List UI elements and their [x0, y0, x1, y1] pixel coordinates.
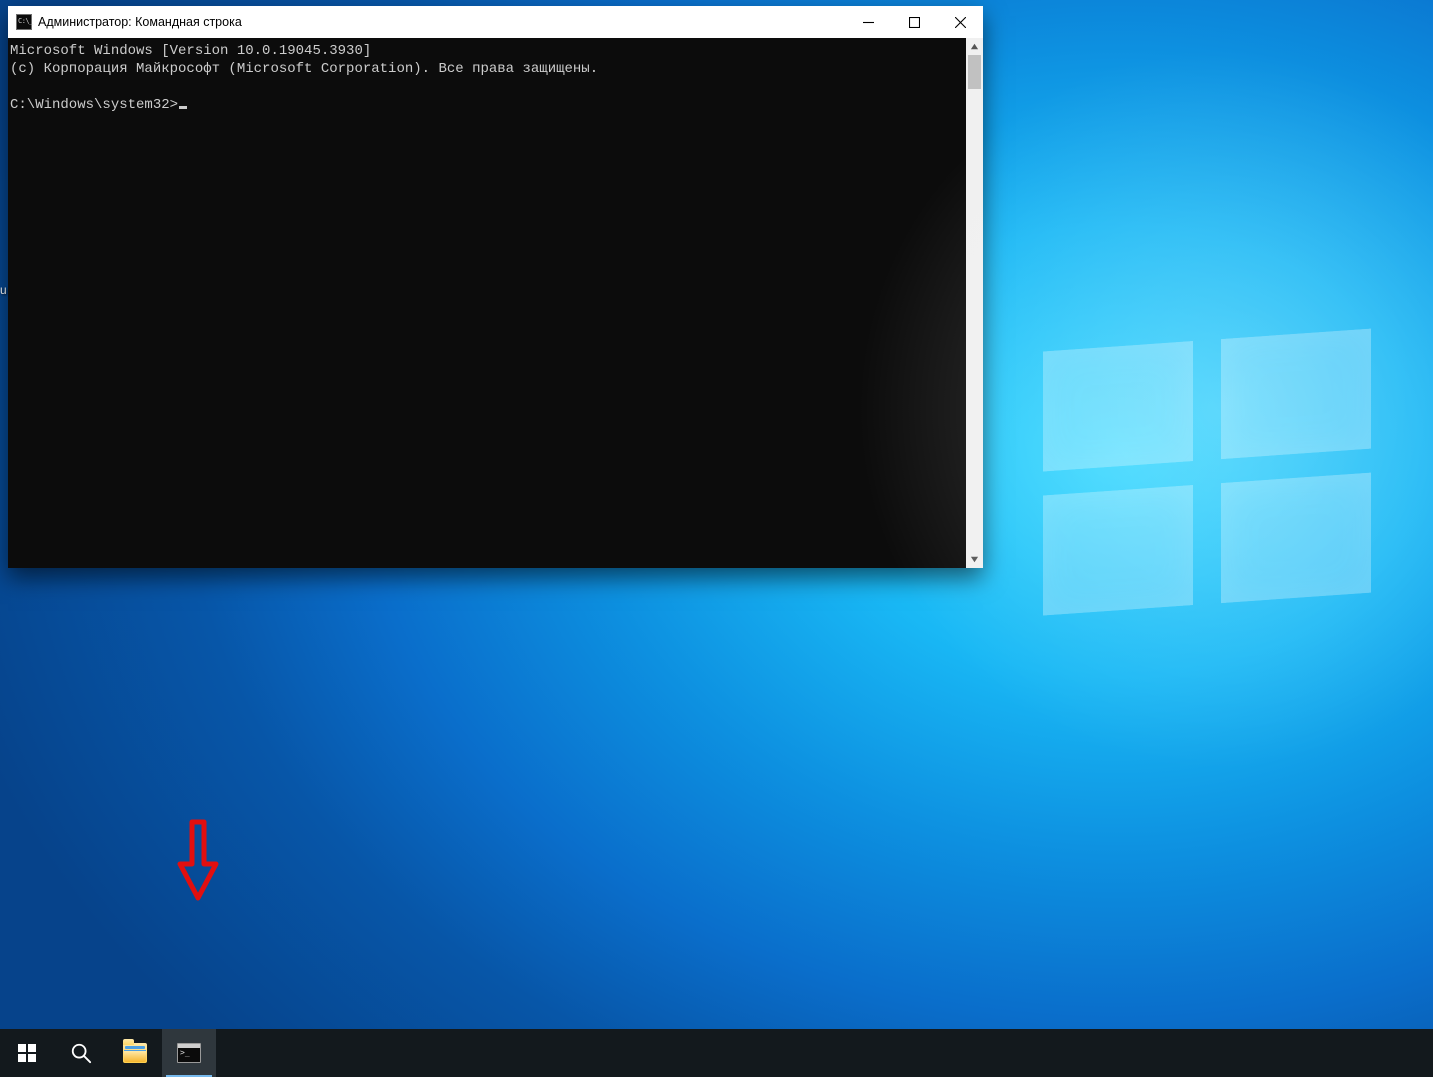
- console-output-area[interactable]: Microsoft Windows [Version 10.0.19045.39…: [8, 38, 983, 568]
- console-blank-line: [10, 78, 981, 96]
- console-line: (c) Корпорация Майкрософт (Microsoft Cor…: [10, 60, 981, 78]
- scrollbar-track[interactable]: [966, 55, 983, 551]
- file-explorer-button[interactable]: [108, 1029, 162, 1077]
- search-button[interactable]: [54, 1029, 108, 1077]
- close-button[interactable]: [937, 6, 983, 38]
- start-button[interactable]: [0, 1029, 54, 1077]
- desktop-background[interactable]: u Администратор: Командная строка Micros…: [0, 0, 1433, 1077]
- window-titlebar[interactable]: Администратор: Командная строка: [8, 6, 983, 38]
- cmd-icon: [177, 1043, 201, 1063]
- text-cursor: [179, 106, 187, 109]
- maximize-button[interactable]: [891, 6, 937, 38]
- windows-logo-icon: [18, 1044, 36, 1062]
- cmd-icon: [16, 14, 32, 30]
- command-prompt-taskbar-button[interactable]: [162, 1029, 216, 1077]
- scrollbar-thumb[interactable]: [968, 55, 981, 89]
- window-title: Администратор: Командная строка: [38, 15, 242, 29]
- windows-logo-wallpaper: [1043, 328, 1373, 631]
- scroll-up-button[interactable]: [966, 38, 983, 55]
- scroll-down-button[interactable]: [966, 551, 983, 568]
- search-icon: [70, 1042, 92, 1064]
- annotation-arrow-icon: [176, 818, 220, 902]
- vertical-scrollbar[interactable]: [966, 38, 983, 568]
- minimize-button[interactable]: [845, 6, 891, 38]
- taskbar[interactable]: [0, 1029, 1433, 1077]
- console-line: Microsoft Windows [Version 10.0.19045.39…: [10, 42, 981, 60]
- console-prompt-line[interactable]: C:\Windows\system32>: [10, 96, 981, 114]
- file-explorer-icon: [123, 1043, 147, 1063]
- console-prompt: C:\Windows\system32>: [10, 97, 178, 113]
- command-prompt-window[interactable]: Администратор: Командная строка Microsof…: [8, 6, 983, 568]
